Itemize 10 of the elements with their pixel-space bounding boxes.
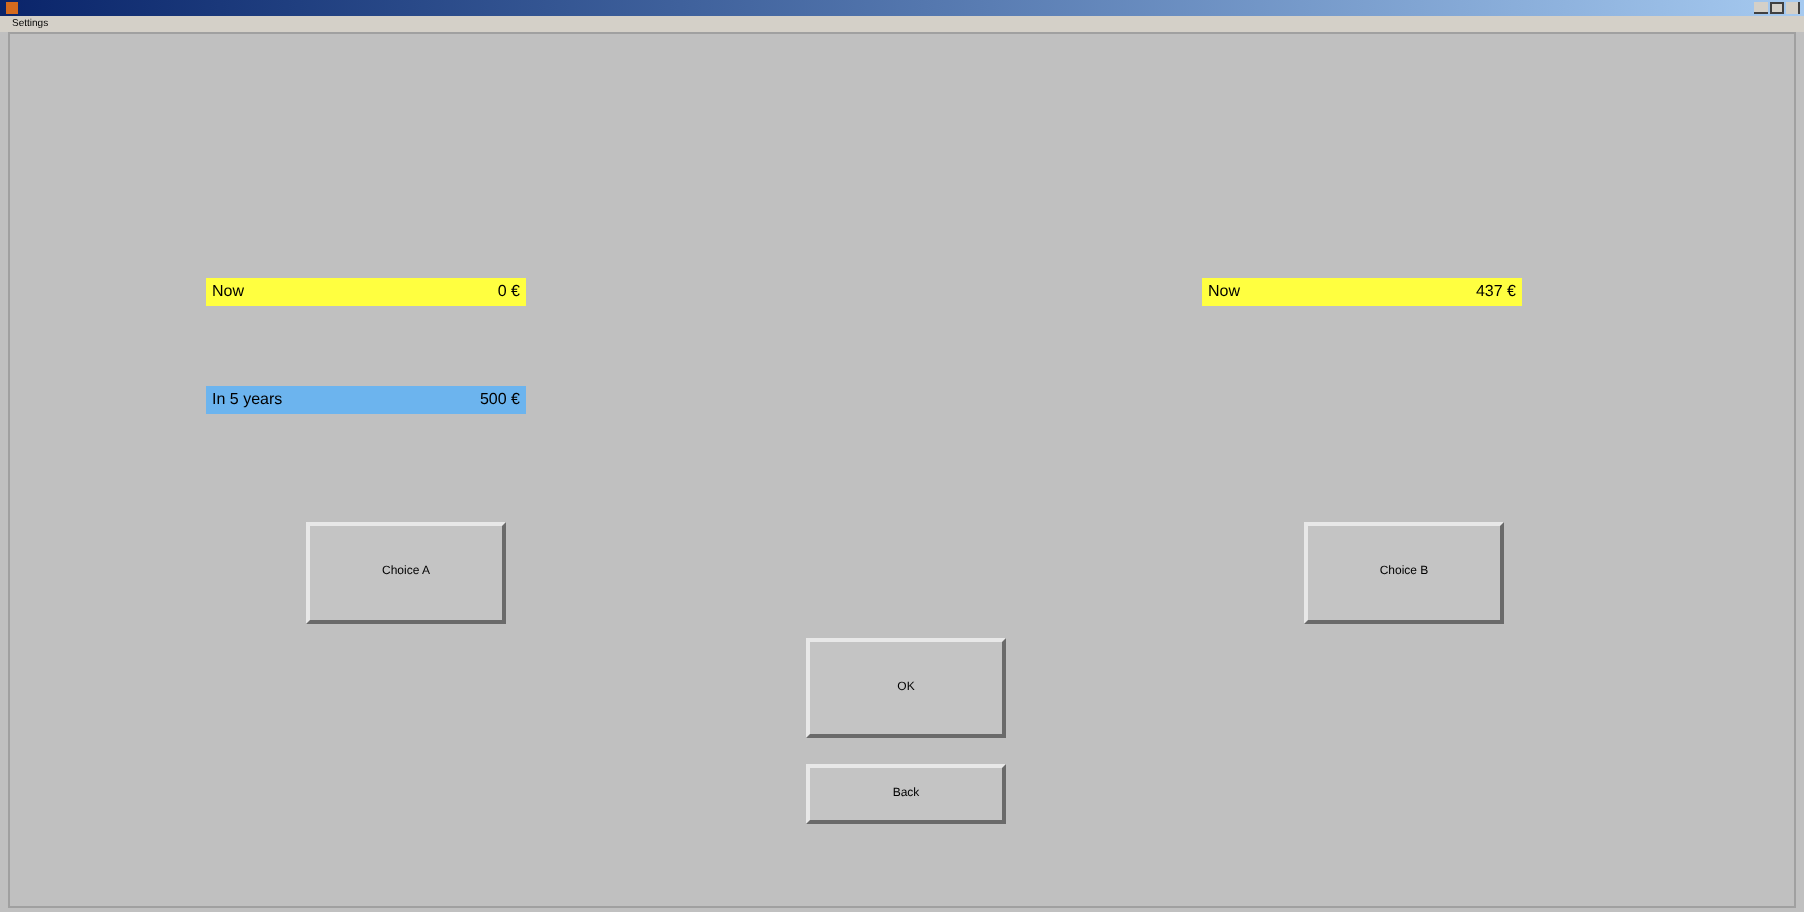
- time-label: In 5 years: [212, 388, 283, 412]
- maximize-button[interactable]: [1770, 2, 1784, 14]
- close-button[interactable]: [1786, 2, 1800, 14]
- time-label: Now: [212, 280, 245, 304]
- minimize-button[interactable]: [1754, 2, 1768, 14]
- app-icon: [6, 2, 18, 14]
- amount-value: 0 €: [497, 280, 520, 304]
- amount-value: 437 €: [1475, 280, 1516, 304]
- time-label: Now: [1208, 280, 1241, 304]
- amount-value: 500 €: [479, 388, 520, 412]
